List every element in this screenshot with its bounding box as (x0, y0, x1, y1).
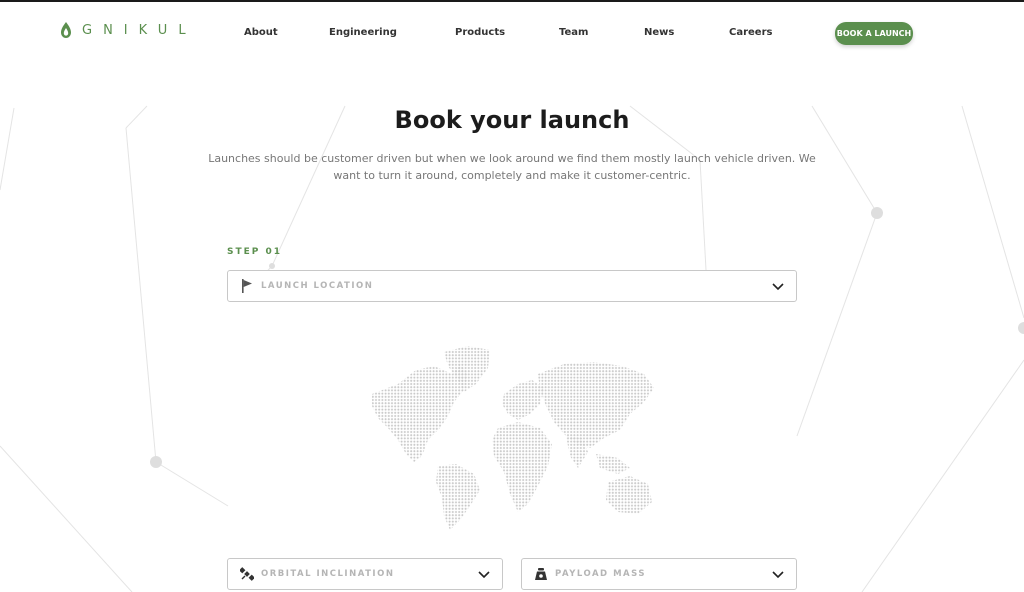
nav-about[interactable]: About (244, 27, 278, 38)
brand-logo[interactable]: GNIKUL (60, 22, 197, 38)
page-title: Book your launch (394, 106, 630, 134)
nav-engineering[interactable]: Engineering (329, 27, 397, 38)
top-navigation: GNIKUL About Engineering Products Team N… (0, 2, 1024, 62)
chevron-down-icon (772, 283, 784, 291)
brand-name: GNIKUL (82, 22, 197, 38)
page-subtitle: Launches should be customer driven but w… (208, 152, 816, 182)
payload-mass-select[interactable]: PAYLOAD MASS (521, 558, 797, 590)
orbital-inclination-select[interactable]: ORBITAL INCLINATION (227, 558, 503, 590)
nav-team[interactable]: Team (559, 27, 588, 38)
orbital-inclination-placeholder: ORBITAL INCLINATION (261, 569, 395, 579)
book-a-launch-button[interactable]: BOOK A LAUNCH (835, 22, 913, 45)
flame-icon (61, 22, 71, 38)
nav-news[interactable]: News (644, 27, 674, 38)
step-label: STEP 01 (227, 247, 283, 257)
nav-products[interactable]: Products (455, 27, 505, 38)
weight-icon (535, 568, 547, 580)
launch-location-select[interactable]: LAUNCH LOCATION (227, 270, 797, 302)
payload-mass-placeholder: PAYLOAD MASS (555, 569, 646, 579)
launch-location-placeholder: LAUNCH LOCATION (261, 281, 374, 291)
chevron-down-icon (772, 571, 784, 579)
satellite-icon (240, 567, 254, 581)
nav-careers[interactable]: Careers (729, 27, 772, 38)
chevron-down-icon (478, 571, 490, 579)
flag-icon (242, 279, 252, 293)
world-map (372, 346, 654, 530)
